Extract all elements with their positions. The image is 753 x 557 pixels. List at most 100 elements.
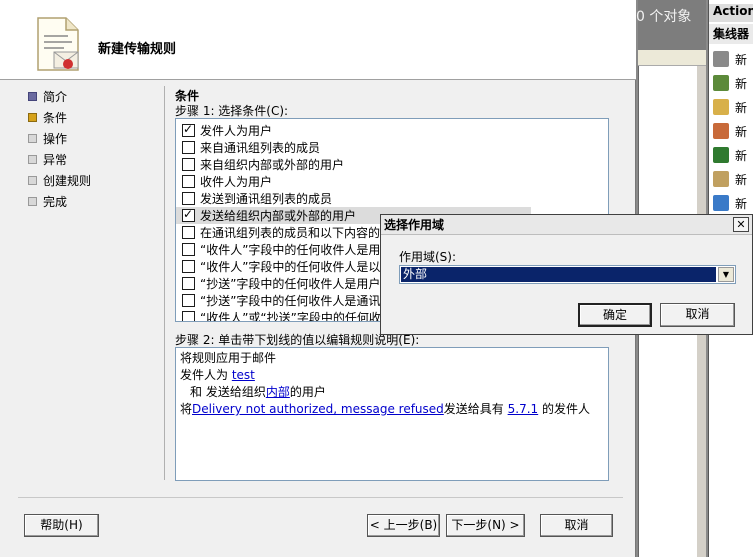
condition-item[interactable]: 发送到通讯组列表的成员 bbox=[182, 190, 332, 207]
dialog-title-bar: 选择作用域 ✕ bbox=[381, 215, 752, 235]
condition-checkbox[interactable] bbox=[182, 192, 195, 205]
ok-button[interactable]: 确定 bbox=[578, 303, 652, 327]
condition-checkbox[interactable] bbox=[182, 141, 195, 154]
back-button[interactable]: < 上一步(B) bbox=[367, 514, 440, 537]
condition-checkbox[interactable] bbox=[182, 294, 195, 307]
results-list-header bbox=[638, 50, 706, 66]
object-count: 0 个对象 bbox=[636, 9, 692, 25]
sender-value-link[interactable]: test bbox=[232, 368, 255, 382]
button-divider bbox=[18, 497, 623, 498]
ndr-text-link[interactable]: Delivery not authorized, message refused bbox=[192, 402, 444, 416]
action-item[interactable]: 新 bbox=[713, 168, 753, 190]
condition-checkbox[interactable] bbox=[182, 277, 195, 290]
action-item[interactable]: 新 bbox=[713, 192, 753, 214]
condition-item[interactable]: “收件人”字段中的任何收件人是用 bbox=[182, 241, 380, 258]
action-label: 新 bbox=[735, 148, 748, 163]
step-status-icon bbox=[28, 113, 37, 122]
condition-item[interactable]: 发件人为用户 bbox=[182, 122, 272, 139]
action-item[interactable]: 新 bbox=[713, 48, 753, 70]
condition-checkbox[interactable] bbox=[182, 207, 195, 222]
condition-label: 来自组织内部或外部的用户 bbox=[200, 158, 345, 172]
condition-checkbox[interactable] bbox=[182, 158, 195, 171]
action-item[interactable]: 新 bbox=[713, 72, 753, 94]
step-status-icon bbox=[28, 92, 37, 101]
step-label: 操作 bbox=[43, 132, 68, 146]
condition-checkbox[interactable] bbox=[182, 243, 195, 256]
action-label: 新 bbox=[735, 172, 748, 187]
wizard-step-item: 异常 bbox=[28, 149, 158, 170]
wizard-step-item: 完成 bbox=[28, 191, 158, 212]
condition-item[interactable]: 收件人为用户 bbox=[182, 173, 272, 190]
condition-label: 来自通讯组列表的成员 bbox=[200, 141, 321, 155]
scope-field-label: 作用域(S): bbox=[399, 250, 457, 264]
step-status-icon bbox=[28, 197, 37, 206]
actions-subheader: 集线器 bbox=[709, 24, 753, 44]
condition-checkbox[interactable] bbox=[182, 122, 195, 137]
condition-label: “收件人”或“抄送”字段中的任何收件 bbox=[200, 311, 393, 322]
condition-label: 发件人为用户 bbox=[200, 124, 273, 138]
condition-label: “收件人”字段中的任何收件人是以 bbox=[200, 260, 381, 274]
scope-selected-value: 外部 bbox=[401, 267, 716, 282]
action-item[interactable]: 新 bbox=[713, 144, 753, 166]
scope-value-link[interactable]: 内部 bbox=[266, 385, 290, 399]
wizard-step-item: 条件 bbox=[28, 107, 158, 128]
description-text: 的用户 bbox=[289, 385, 326, 399]
mail-rule-icon bbox=[713, 123, 729, 139]
description-text: 的发件人 bbox=[538, 402, 590, 416]
wizard-header: 新建传输规则 bbox=[0, 0, 636, 80]
step-label: 条件 bbox=[43, 111, 68, 125]
connector-icon bbox=[713, 75, 729, 91]
condition-label: 在通讯组列表的成员和以下内容的 bbox=[200, 226, 381, 240]
condition-label: “收件人”字段中的任何收件人是用 bbox=[200, 243, 381, 257]
wizard-step-item: 创建规则 bbox=[28, 170, 158, 191]
condition-label: 发送给组织内部或外部的用户 bbox=[200, 209, 357, 223]
step-status-icon bbox=[28, 134, 37, 143]
condition-item[interactable]: 在通讯组列表的成员和以下内容的 bbox=[182, 224, 380, 241]
condition-item[interactable]: “收件人”字段中的任何收件人是以 bbox=[182, 258, 380, 275]
close-icon[interactable]: ✕ bbox=[733, 217, 749, 232]
rule-description-box: 将规则应用于邮件 发件人为 test 和 发送给组织内部的用户 将Deliver… bbox=[175, 347, 609, 481]
step-label: 异常 bbox=[43, 153, 68, 167]
dialog-cancel-button[interactable]: 取消 bbox=[660, 303, 735, 327]
wizard-step-item: 简介 bbox=[28, 86, 158, 107]
condition-label: 发送到通讯组列表的成员 bbox=[200, 192, 333, 206]
cancel-button[interactable]: 取消 bbox=[540, 514, 613, 537]
help-button[interactable]: 帮助(H) bbox=[24, 514, 99, 537]
description-text: 发送给具有 bbox=[443, 402, 508, 416]
chevron-down-icon[interactable]: ▼ bbox=[718, 267, 734, 282]
step1-label: 步骤 1: 选择条件(C): bbox=[175, 104, 289, 118]
action-item[interactable]: 新 bbox=[713, 120, 753, 142]
user-icon bbox=[713, 171, 729, 187]
scope-dropdown[interactable]: 外部 ▼ bbox=[399, 265, 736, 284]
step-label: 创建规则 bbox=[43, 174, 92, 188]
dialog-title: 选择作用域 bbox=[384, 218, 445, 232]
condition-checkbox[interactable] bbox=[182, 175, 195, 188]
next-button[interactable]: 下一步(N) > bbox=[446, 514, 525, 537]
document-icon bbox=[713, 99, 729, 115]
actions-header: Actions bbox=[709, 4, 753, 22]
description-line: 将规则应用于邮件 bbox=[180, 351, 277, 365]
wizard-step-item: 操作 bbox=[28, 128, 158, 149]
book-icon bbox=[713, 147, 729, 163]
wizard-title: 新建传输规则 bbox=[98, 42, 177, 57]
condition-item[interactable]: “抄送”字段中的任何收件人是用户 bbox=[182, 275, 380, 292]
wizard-step-nav: 简介条件操作异常创建规则完成 bbox=[28, 86, 158, 212]
condition-checkbox[interactable] bbox=[182, 260, 195, 273]
status-code-link[interactable]: 5.7.1 bbox=[508, 402, 539, 416]
condition-checkbox[interactable] bbox=[182, 226, 195, 239]
condition-label: 收件人为用户 bbox=[200, 175, 273, 189]
condition-checkbox[interactable] bbox=[182, 311, 195, 321]
condition-item[interactable]: 来自组织内部或外部的用户 bbox=[182, 156, 344, 173]
action-item[interactable]: 新 bbox=[713, 96, 753, 118]
action-label: 新 bbox=[735, 100, 748, 115]
step-status-icon bbox=[28, 176, 37, 185]
action-label: 新 bbox=[735, 124, 748, 139]
step-label: 简介 bbox=[43, 90, 68, 104]
action-label: 新 bbox=[735, 196, 748, 211]
condition-item[interactable]: 来自通讯组列表的成员 bbox=[182, 139, 320, 156]
condition-item[interactable]: “抄送”字段中的任何收件人是通讯 bbox=[182, 292, 380, 309]
rule-document-icon bbox=[37, 17, 79, 71]
description-text: 发件人为 bbox=[180, 368, 232, 382]
condition-item[interactable]: “收件人”或“抄送”字段中的任何收件 bbox=[182, 309, 393, 322]
select-scope-dialog: 选择作用域 ✕ 作用域(S): 外部 ▼ 确定 取消 bbox=[380, 214, 753, 335]
